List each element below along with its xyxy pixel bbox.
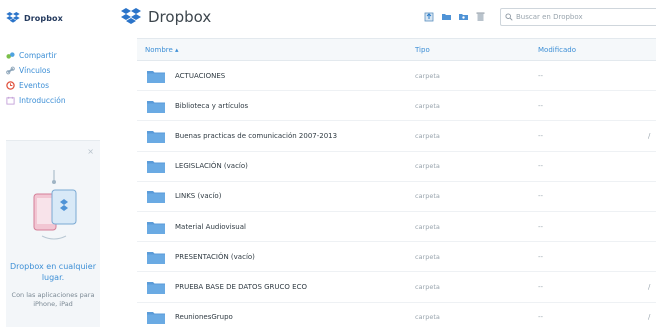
folder-icon [147, 281, 165, 294]
file-name[interactable]: Buenas practicas de comunicación 2007-20… [175, 132, 337, 140]
sidebar-item-intro[interactable]: Introducción [6, 93, 66, 108]
file-name-cell: LEGISLACIÓN (vacío) [137, 159, 415, 174]
table-row[interactable]: Buenas practicas de comunicación 2007-20… [137, 121, 656, 152]
file-modified: -- [538, 131, 544, 140]
share-icon [6, 52, 15, 59]
dropbox-logo-icon [121, 8, 141, 24]
promo-panel: × Dropbox en cualquier lugar. Con las ap… [6, 140, 100, 327]
table-row[interactable]: LEGISLACIÓN (vacío) carpeta -- [137, 152, 656, 182]
folder-icon [147, 70, 165, 83]
mobile-devices-illustration-icon [33, 170, 77, 240]
file-modified: -- [538, 282, 544, 291]
file-modified: -- [538, 162, 544, 171]
sidebar-item-share[interactable]: Compartir [6, 48, 66, 63]
table-row[interactable]: PRESENTACIÓN (vacío) carpeta -- [137, 242, 656, 273]
sidebar-item-label: Eventos [19, 81, 49, 90]
side-nav: Compartir Vínculos Eventos Introducción [6, 48, 66, 108]
search-input[interactable] [516, 13, 646, 21]
file-name[interactable]: PRESENTACIÓN (vacío) [175, 253, 255, 261]
file-modified: -- [538, 313, 544, 322]
column-modified-header[interactable]: Modificado [538, 46, 656, 54]
row-end-mark: / [648, 131, 651, 140]
file-name[interactable]: ReunionesGrupo [175, 313, 233, 321]
file-modified: -- [538, 222, 544, 231]
table-row[interactable]: ACTUACIONES carpeta -- [137, 61, 656, 92]
file-name[interactable]: PRUEBA BASE DE DATOS GRUCO ECO [175, 283, 307, 291]
file-type: carpeta [415, 282, 440, 291]
table-row[interactable]: PRUEBA BASE DE DATOS GRUCO ECO carpeta -… [137, 272, 656, 303]
file-name-cell: ReunionesGrupo [137, 310, 415, 325]
file-type: carpeta [415, 313, 440, 322]
folder-icon [147, 100, 165, 113]
file-table: Nombre ▴ Tipo Modificado ACTUACIONES car… [137, 38, 656, 327]
row-end-mark: / [648, 313, 651, 322]
file-type: carpeta [415, 101, 440, 110]
folder-icon [147, 191, 165, 204]
file-name[interactable]: LINKS (vacío) [175, 192, 221, 200]
file-modified: -- [538, 71, 544, 80]
folder-icon [147, 251, 165, 264]
column-type-header[interactable]: Tipo [415, 46, 538, 54]
file-name[interactable]: LEGISLACIÓN (vacío) [175, 162, 248, 170]
new-folder-icon[interactable] [441, 11, 452, 22]
promo-title[interactable]: Dropbox en cualquier lugar. [6, 261, 100, 283]
sidebar-item-label: Introducción [19, 96, 66, 105]
sidebar-item-events[interactable]: Eventos [6, 78, 66, 93]
file-type: carpeta [415, 222, 440, 231]
file-name-cell: Biblioteca y artículos [137, 99, 415, 113]
link-icon [6, 66, 15, 75]
file-name-cell: LINKS (vacío) [137, 189, 415, 204]
folder-icon [147, 312, 165, 325]
sidebar-item-links[interactable]: Vínculos [6, 63, 66, 78]
file-type: carpeta [415, 71, 440, 80]
file-type: carpeta [415, 252, 440, 261]
search-box [500, 8, 656, 26]
promo-body: Con las aplicaciones para iPhone, iPad [11, 291, 95, 308]
upload-icon[interactable] [424, 11, 435, 22]
delete-icon[interactable] [475, 11, 486, 22]
sidebar-item-label: Compartir [19, 51, 57, 60]
file-name-cell: ACTUACIONES [137, 69, 415, 83]
column-name-header[interactable]: Nombre ▴ [137, 46, 415, 54]
file-type: carpeta [415, 131, 440, 140]
search-icon [505, 13, 513, 21]
table-row[interactable]: Biblioteca y artículos carpeta -- [137, 91, 656, 122]
events-icon [6, 81, 15, 90]
toolbar [424, 11, 486, 22]
row-end-mark: / [648, 282, 651, 291]
table-header: Nombre ▴ Tipo Modificado [137, 38, 656, 61]
brand-name: Dropbox [24, 13, 63, 23]
shared-folder-icon[interactable] [458, 11, 469, 22]
file-name-cell: Buenas practicas de comunicación 2007-20… [137, 129, 415, 143]
folder-icon [147, 130, 165, 143]
file-name[interactable]: Biblioteca y artículos [175, 102, 248, 110]
sidebar-item-label: Vínculos [19, 66, 51, 75]
page-title-wrap: Dropbox [120, 8, 211, 26]
folder-icon [147, 161, 165, 174]
sidebar: Dropbox Compartir Vínculos Eventos Intro… [0, 0, 106, 327]
table-row[interactable]: LINKS (vacío) carpeta -- [137, 182, 656, 212]
folder-icon [147, 221, 165, 234]
table-row[interactable]: Material Audiovisual carpeta -- [137, 212, 656, 243]
header: Dropbox [106, 0, 656, 36]
table-row[interactable]: ReunionesGrupo carpeta -- / [137, 303, 656, 327]
file-type: carpeta [415, 162, 440, 171]
intro-icon [6, 96, 15, 105]
brand[interactable]: Dropbox [6, 12, 63, 24]
file-name-cell: Material Audiovisual [137, 220, 415, 234]
file-name-cell: PRUEBA BASE DE DATOS GRUCO ECO [137, 280, 415, 294]
file-name-cell: PRESENTACIÓN (vacío) [137, 250, 415, 264]
file-modified: -- [538, 192, 544, 201]
file-name[interactable]: ACTUACIONES [175, 72, 225, 80]
close-icon[interactable]: × [87, 147, 94, 156]
file-name[interactable]: Material Audiovisual [175, 223, 246, 231]
file-type: carpeta [415, 192, 440, 201]
page-title: Dropbox [148, 8, 212, 26]
file-modified: -- [538, 252, 544, 261]
file-modified: -- [538, 101, 544, 110]
dropbox-logo-icon [6, 12, 20, 23]
